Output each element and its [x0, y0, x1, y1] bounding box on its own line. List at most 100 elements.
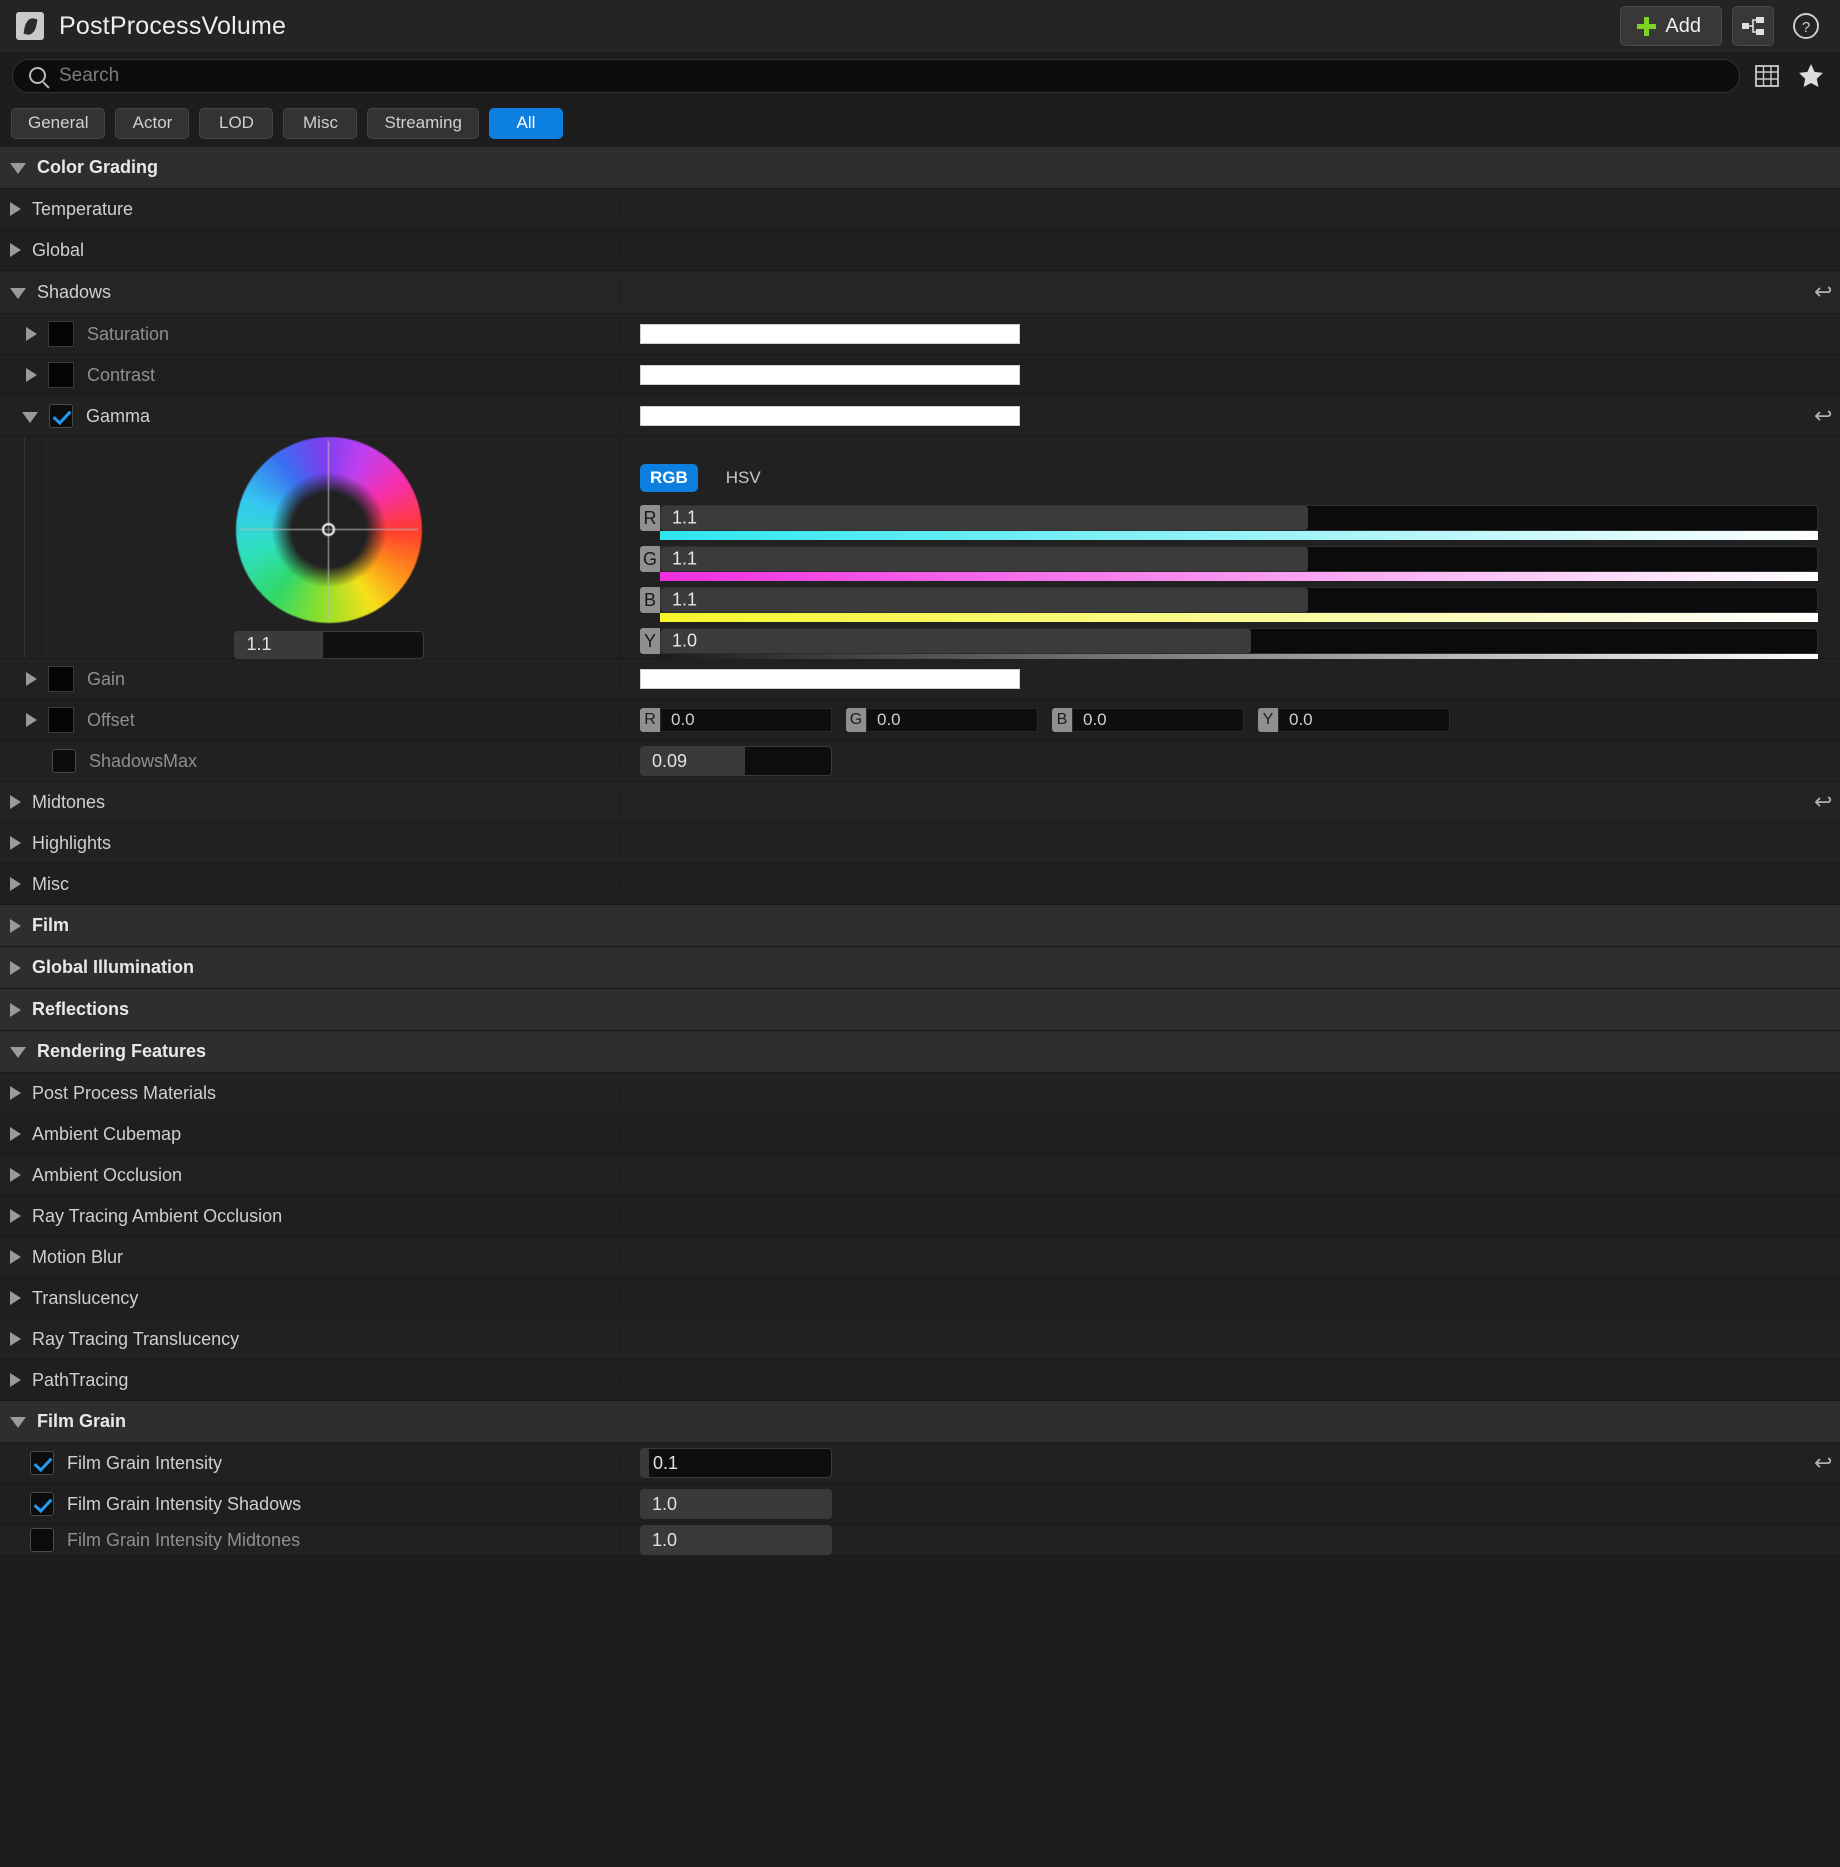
color-swatch[interactable] [48, 707, 74, 733]
chevron-right-icon[interactable] [10, 836, 21, 850]
film-grain-intensity-input[interactable]: 0.1 [640, 1448, 832, 1478]
row-shadows-max[interactable]: ShadowsMax 0.09 [0, 741, 1840, 782]
color-wheel-handle[interactable] [322, 523, 335, 536]
search-input[interactable] [59, 64, 1723, 87]
channel-b-track[interactable]: 1.1 [660, 587, 1818, 613]
row-offset[interactable]: Offset R 0.0 G 0.0 B 0.0 Y 0.0 [0, 700, 1840, 741]
shadows-max-input[interactable]: 0.09 [640, 746, 832, 776]
reset-to-default-icon[interactable]: ↩ [1814, 405, 1836, 427]
category-film[interactable]: Film [0, 905, 1840, 947]
color-swatch[interactable] [48, 321, 74, 347]
offset-g-input[interactable]: 0.0 [866, 708, 1038, 732]
search-box[interactable] [12, 58, 1740, 93]
category-reflections[interactable]: Reflections [0, 989, 1840, 1031]
row-ambient-cubemap[interactable]: Ambient Cubemap [0, 1114, 1840, 1155]
offset-field-y[interactable]: Y 0.0 [1258, 708, 1450, 732]
chevron-right-icon[interactable] [10, 795, 21, 809]
filter-tab-actor[interactable]: Actor [115, 107, 190, 139]
reset-to-default-icon[interactable]: ↩ [1814, 281, 1836, 303]
row-post-process-materials[interactable]: Post Process Materials [0, 1073, 1840, 1114]
chevron-right-icon[interactable] [10, 243, 21, 257]
category-rendering-features[interactable]: Rendering Features [0, 1031, 1840, 1073]
row-motion-blur[interactable]: Motion Blur [0, 1237, 1840, 1278]
chevron-right-icon[interactable] [10, 1250, 21, 1264]
hierarchy-icon[interactable] [1732, 6, 1774, 46]
row-film-grain-intensity-shadows[interactable]: Film Grain Intensity Shadows 1.0 [0, 1484, 1840, 1525]
channel-b-row[interactable]: B 1.1 [640, 587, 1818, 613]
channel-g-row[interactable]: G 1.1 [640, 546, 1818, 572]
row-contrast[interactable]: Contrast [0, 355, 1840, 396]
channel-y-row[interactable]: Y 1.0 [640, 628, 1818, 654]
mode-hsv-button[interactable]: HSV [716, 464, 771, 492]
offset-r-input[interactable]: 0.0 [660, 708, 832, 732]
row-film-grain-intensity[interactable]: Film Grain Intensity 0.1 ↩ [0, 1443, 1840, 1484]
row-gain[interactable]: Gain [0, 659, 1840, 700]
color-wheel[interactable] [235, 436, 422, 623]
contrast-gradient-bar[interactable] [640, 365, 1020, 385]
reset-to-default-icon[interactable]: ↩ [1814, 1452, 1836, 1474]
category-film-grain[interactable]: Film Grain [0, 1401, 1840, 1443]
film-grain-intensity-midtones-checkbox[interactable] [30, 1528, 54, 1552]
row-shadows[interactable]: Shadows ↩ [0, 271, 1840, 314]
filter-tab-all[interactable]: All [488, 107, 563, 139]
offset-field-g[interactable]: G 0.0 [846, 708, 1038, 732]
row-ray-tracing-translucency[interactable]: Ray Tracing Translucency [0, 1319, 1840, 1360]
row-temperature[interactable]: Temperature [0, 189, 1840, 230]
chevron-right-icon[interactable] [10, 202, 21, 216]
row-misc[interactable]: Misc [0, 864, 1840, 905]
row-saturation[interactable]: Saturation [0, 314, 1840, 355]
filter-tab-misc[interactable]: Misc [283, 107, 358, 139]
chevron-down-icon[interactable] [22, 411, 38, 423]
category-global-illumination[interactable]: Global Illumination [0, 947, 1840, 989]
row-global[interactable]: Global [0, 230, 1840, 271]
color-wheel-value-input[interactable]: 1.1 [233, 630, 424, 659]
gamma-checkbox[interactable] [49, 404, 73, 428]
filter-tab-general[interactable]: General [11, 107, 106, 139]
row-midtones[interactable]: Midtones ↩ [0, 782, 1840, 823]
offset-field-b[interactable]: B 0.0 [1052, 708, 1244, 732]
offset-b-input[interactable]: 0.0 [1072, 708, 1244, 732]
chevron-right-icon[interactable] [10, 1291, 21, 1305]
row-highlights[interactable]: Highlights [0, 823, 1840, 864]
chevron-down-icon[interactable] [10, 287, 26, 299]
filter-tab-lod[interactable]: LOD [199, 107, 274, 139]
grid-view-icon[interactable] [1750, 59, 1784, 93]
add-button[interactable]: Add [1620, 6, 1722, 46]
chevron-right-icon[interactable] [10, 1209, 21, 1223]
chevron-right-icon[interactable] [10, 1332, 21, 1346]
offset-y-input[interactable]: 0.0 [1278, 708, 1450, 732]
filter-tab-streaming[interactable]: Streaming [367, 107, 479, 139]
help-circle-icon[interactable]: ? [1786, 6, 1826, 46]
gamma-gradient-bar[interactable] [640, 406, 1020, 426]
channel-y-track[interactable]: 1.0 [660, 628, 1818, 654]
color-swatch[interactable] [48, 666, 74, 692]
chevron-right-icon[interactable] [26, 672, 37, 686]
mode-rgb-button[interactable]: RGB [640, 464, 698, 492]
chevron-right-icon[interactable] [26, 713, 37, 727]
chevron-right-icon[interactable] [10, 877, 21, 891]
star-icon[interactable] [1794, 59, 1828, 93]
row-pathtracing[interactable]: PathTracing [0, 1360, 1840, 1401]
chevron-right-icon[interactable] [10, 1002, 21, 1017]
chevron-right-icon[interactable] [10, 918, 21, 933]
chevron-down-icon[interactable] [10, 1047, 26, 1058]
row-translucency[interactable]: Translucency [0, 1278, 1840, 1319]
channel-g-track[interactable]: 1.1 [660, 546, 1818, 572]
chevron-right-icon[interactable] [26, 368, 37, 382]
shadows-max-checkbox[interactable] [52, 749, 76, 773]
row-film-grain-intensity-midtones[interactable]: Film Grain Intensity Midtones 1.0 [0, 1525, 1840, 1556]
channel-r-row[interactable]: R 1.1 [640, 505, 1818, 531]
chevron-right-icon[interactable] [10, 1168, 21, 1182]
color-swatch[interactable] [48, 362, 74, 388]
offset-field-r[interactable]: R 0.0 [640, 708, 832, 732]
chevron-right-icon[interactable] [26, 327, 37, 341]
row-ambient-occlusion[interactable]: Ambient Occlusion [0, 1155, 1840, 1196]
chevron-right-icon[interactable] [10, 1373, 21, 1387]
chevron-down-icon[interactable] [10, 163, 26, 174]
row-ray-tracing-ambient-occlusion[interactable]: Ray Tracing Ambient Occlusion [0, 1196, 1840, 1237]
reset-to-default-icon[interactable]: ↩ [1814, 791, 1836, 813]
saturation-gradient-bar[interactable] [640, 324, 1020, 344]
film-grain-intensity-shadows-checkbox[interactable] [30, 1492, 54, 1516]
chevron-right-icon[interactable] [10, 1127, 21, 1141]
chevron-right-icon[interactable] [10, 1086, 21, 1100]
